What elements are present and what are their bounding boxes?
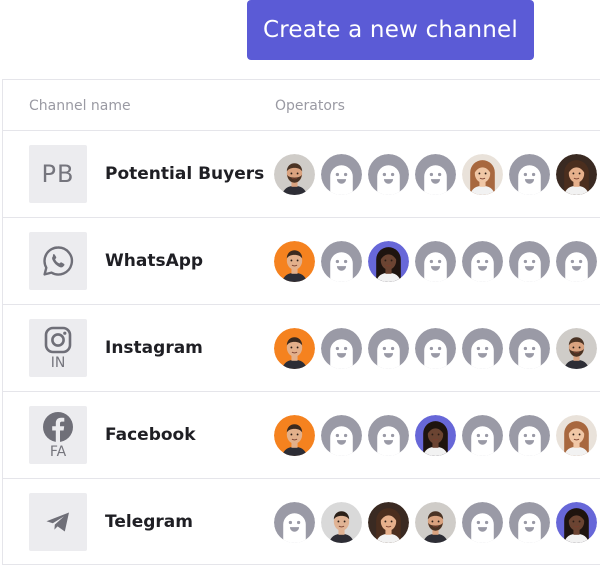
- operator-avatar[interactable]: [368, 241, 409, 282]
- operator-avatar[interactable]: [274, 241, 315, 282]
- bot-avatar-icon[interactable]: [556, 241, 597, 282]
- operators-list: [274, 154, 597, 195]
- operators-list: [274, 241, 597, 282]
- bot-avatar-icon[interactable]: [368, 328, 409, 369]
- channel-name[interactable]: Facebook: [105, 392, 196, 478]
- bot-avatar-icon[interactable]: [509, 328, 550, 369]
- operator-avatar[interactable]: [556, 154, 597, 195]
- channel-name[interactable]: Instagram: [105, 305, 203, 391]
- channel-row-instagram[interactable]: IN Instagram: [3, 305, 600, 392]
- channel-avatar-tile: PB: [29, 145, 87, 203]
- table-header: Channel name Operators: [3, 80, 600, 131]
- bot-avatar-icon[interactable]: [462, 328, 503, 369]
- instagram-icon: [44, 326, 72, 354]
- bot-avatar-icon[interactable]: [509, 502, 550, 543]
- channel-name[interactable]: WhatsApp: [105, 218, 203, 304]
- bot-avatar-icon[interactable]: [415, 154, 456, 195]
- bot-avatar-icon[interactable]: [321, 154, 362, 195]
- operator-avatar[interactable]: [415, 415, 456, 456]
- create-channel-button[interactable]: Create a new channel: [247, 0, 534, 60]
- channel-name[interactable]: Potential Buyers: [105, 131, 264, 217]
- telegram-icon: [45, 511, 71, 533]
- operator-avatar[interactable]: [274, 328, 315, 369]
- facebook-icon: [42, 411, 74, 443]
- bot-avatar-icon[interactable]: [462, 241, 503, 282]
- channel-initials: PB: [41, 160, 75, 188]
- bot-avatar-icon[interactable]: [509, 241, 550, 282]
- channels-table: Channel name Operators PB Potential Buye…: [2, 79, 600, 565]
- operator-avatar[interactable]: [274, 154, 315, 195]
- channel-name[interactable]: Telegram: [105, 479, 193, 565]
- bot-avatar-icon[interactable]: [509, 415, 550, 456]
- operator-avatar[interactable]: [274, 415, 315, 456]
- channel-avatar-tile: [29, 493, 87, 551]
- bot-avatar-icon[interactable]: [415, 328, 456, 369]
- operators-list: [274, 328, 597, 369]
- bot-avatar-icon[interactable]: [368, 154, 409, 195]
- bot-avatar-icon[interactable]: [462, 415, 503, 456]
- operators-list: [274, 502, 597, 543]
- operator-avatar[interactable]: [321, 502, 362, 543]
- operators-list: [274, 415, 597, 456]
- channel-short-code: IN: [50, 354, 66, 371]
- channel-short-code: FA: [49, 443, 67, 460]
- channel-avatar-tile: [29, 232, 87, 290]
- bot-avatar-icon[interactable]: [509, 154, 550, 195]
- operator-avatar[interactable]: [556, 415, 597, 456]
- bot-avatar-icon[interactable]: [415, 241, 456, 282]
- operator-avatar[interactable]: [556, 502, 597, 543]
- bot-avatar-icon[interactable]: [321, 415, 362, 456]
- operator-avatar[interactable]: [462, 154, 503, 195]
- column-header-channel-name: Channel name: [29, 98, 131, 114]
- bot-avatar-icon[interactable]: [321, 241, 362, 282]
- operator-avatar[interactable]: [415, 502, 456, 543]
- bot-avatar-icon[interactable]: [274, 502, 315, 543]
- channel-avatar-tile: FA: [29, 406, 87, 464]
- whatsapp-icon: [41, 244, 75, 278]
- operator-avatar[interactable]: [556, 328, 597, 369]
- bot-avatar-icon[interactable]: [368, 415, 409, 456]
- bot-avatar-icon[interactable]: [462, 502, 503, 543]
- operator-avatar[interactable]: [368, 502, 409, 543]
- channel-row-telegram[interactable]: Telegram: [3, 479, 600, 566]
- channel-avatar-tile: IN: [29, 319, 87, 377]
- channel-row-facebook[interactable]: FA Facebook: [3, 392, 600, 479]
- channel-row-whatsapp[interactable]: WhatsApp: [3, 218, 600, 305]
- bot-avatar-icon[interactable]: [321, 328, 362, 369]
- channel-row-potential-buyers[interactable]: PB Potential Buyers: [3, 131, 600, 218]
- column-header-operators: Operators: [275, 98, 345, 114]
